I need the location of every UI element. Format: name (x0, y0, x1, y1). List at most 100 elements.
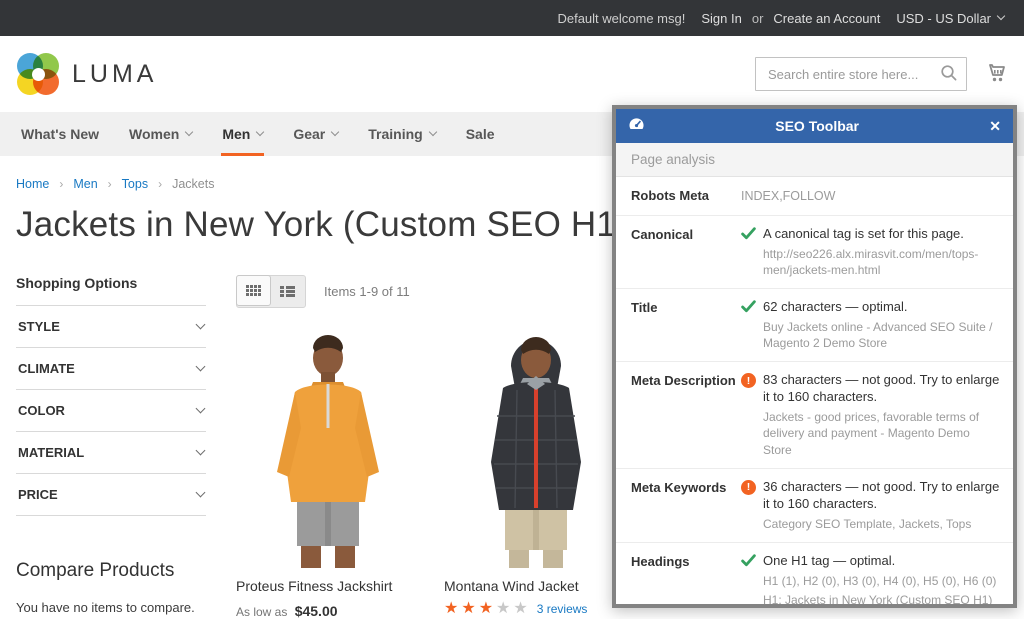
star-icon (444, 601, 458, 617)
filter-style[interactable]: STYLE (16, 306, 206, 348)
nav-label: Sale (466, 126, 495, 142)
seo-row-robots-meta: Robots Meta INDEX,FOLLOW (616, 177, 1013, 216)
seo-row-status-text: 62 characters — optimal. (763, 299, 1001, 316)
breadcrumb-home[interactable]: Home (16, 177, 49, 191)
filter-material[interactable]: MATERIAL (16, 432, 206, 474)
nav-item-whats-new[interactable]: What's New (6, 112, 114, 156)
seo-toolbar-panel: SEO Toolbar ✕ Page analysis Robots Meta … (612, 105, 1017, 608)
seo-row-status-text: One H1 tag — optimal. (763, 553, 1001, 570)
logo-text: LUMA (72, 60, 157, 89)
chevron-down-icon (196, 404, 206, 414)
filter-color[interactable]: COLOR (16, 390, 206, 432)
breadcrumb-tops[interactable]: Tops (122, 177, 148, 191)
filter-label: CLIMATE (18, 361, 75, 376)
check-icon (741, 300, 756, 318)
seo-row-detail: H1 (1), H2 (0), H3 (0), H4 (0), H5 (0), … (763, 573, 1001, 589)
filter-label: MATERIAL (18, 445, 84, 460)
warning-icon (741, 373, 756, 388)
filter-label: STYLE (18, 319, 60, 334)
chevron-down-icon (196, 362, 206, 372)
section-page-analysis[interactable]: Page analysis (616, 143, 1013, 177)
header: LUMA (0, 36, 1024, 112)
product-rating: 3 reviews (444, 601, 628, 617)
view-mode-group (236, 275, 306, 308)
nav-item-gear[interactable]: Gear (278, 112, 353, 156)
price-label: As low as (236, 605, 287, 619)
product-price: As low as $45.00 (236, 603, 420, 619)
breadcrumb-separator: › (59, 177, 63, 191)
seo-row-meta-keywords: Meta Keywords 36 characters — not good. … (616, 469, 1013, 543)
or-text: or (752, 11, 764, 26)
warning-icon (741, 480, 756, 495)
chevron-down-icon (185, 128, 193, 136)
breadcrumb-current: Jackets (172, 177, 214, 191)
nav-item-training[interactable]: Training (353, 112, 450, 156)
seo-row-meta-description: Meta Description 83 characters — not goo… (616, 362, 1013, 468)
star-icon (513, 601, 527, 617)
currency-switcher[interactable]: USD - US Dollar (896, 11, 1004, 26)
list-view-button[interactable] (270, 276, 305, 307)
seo-row-detail: Buy Jackets online - Advanced SEO Suite … (763, 319, 1001, 351)
nav-label: Men (222, 126, 250, 142)
chevron-down-icon (428, 128, 436, 136)
filter-price[interactable]: PRICE (16, 474, 206, 516)
close-icon[interactable]: ✕ (989, 119, 1001, 133)
nav-label: Gear (293, 126, 325, 142)
filter-climate[interactable]: CLIMATE (16, 348, 206, 390)
cart-icon[interactable] (983, 60, 1008, 89)
seo-row-status-text: 83 characters — not good. Try to enlarge… (763, 372, 1001, 406)
seo-row-label: Headings (631, 553, 741, 608)
top-bar: Default welcome msg! Sign In or Create a… (0, 0, 1024, 36)
check-icon (741, 227, 756, 245)
nav-item-sale[interactable]: Sale (451, 112, 510, 156)
gauge-icon (628, 116, 645, 136)
seo-row-status-text: A canonical tag is set for this page. (763, 226, 1001, 243)
luma-logo-icon (16, 52, 60, 96)
chevron-down-icon (196, 320, 206, 330)
nav-item-women[interactable]: Women (114, 112, 207, 156)
reviews-link[interactable]: 3 reviews (537, 602, 588, 616)
chevron-down-icon (331, 128, 339, 136)
welcome-message: Default welcome msg! (557, 11, 685, 26)
check-icon (741, 554, 756, 572)
compare-products-title: Compare Products (16, 560, 206, 582)
nav-label: What's New (21, 126, 99, 142)
breadcrumb-separator: › (158, 177, 162, 191)
product-card: Proteus Fitness Jackshirt As low as $45.… (236, 322, 420, 619)
create-account-link[interactable]: Create an Account (773, 11, 880, 26)
seo-row-detail: Category SEO Template, Jackets, Tops (763, 516, 1001, 532)
nav-label: Training (368, 126, 422, 142)
product-image-proteus[interactable] (236, 322, 420, 568)
product-name[interactable]: Proteus Fitness Jackshirt (236, 578, 420, 594)
product-name[interactable]: Montana Wind Jacket (444, 578, 628, 594)
nav-item-men[interactable]: Men (207, 112, 278, 156)
seo-row-label: Canonical (631, 226, 741, 278)
search-icon[interactable] (940, 64, 958, 87)
seo-row-label: Meta Description (631, 372, 741, 457)
star-icon (496, 601, 510, 617)
chevron-down-icon (997, 12, 1005, 20)
seo-row-label: Title (631, 299, 741, 351)
price-value: $45.00 (295, 603, 338, 619)
star-icon (479, 601, 493, 617)
product-image-montana[interactable] (444, 322, 628, 568)
search-input[interactable] (755, 57, 967, 91)
search-box (755, 57, 967, 91)
nav-label: Women (129, 126, 179, 142)
breadcrumb-men[interactable]: Men (73, 177, 97, 191)
chevron-down-icon (196, 488, 206, 498)
seo-row-detail: http://seo226.alx.mirasvit.com/men/tops-… (763, 246, 1001, 278)
list-view-icon (280, 286, 295, 297)
filter-label: COLOR (18, 403, 65, 418)
seo-toolbar-title: SEO Toolbar (645, 118, 989, 134)
sidebar-filters: Shopping Options STYLE CLIMATE COLOR MAT… (16, 275, 206, 619)
store-logo[interactable]: LUMA (16, 52, 157, 96)
seo-row-canonical: Canonical A canonical tag is set for thi… (616, 216, 1013, 289)
seo-row-label: Meta Keywords (631, 479, 741, 532)
grid-view-button[interactable] (236, 275, 271, 306)
sign-in-link[interactable]: Sign In (701, 11, 741, 26)
currency-label: USD - US Dollar (896, 11, 991, 26)
grid-view-icon (246, 285, 261, 296)
breadcrumb-separator: › (108, 177, 112, 191)
items-count: Items 1-9 of 11 (324, 284, 410, 299)
